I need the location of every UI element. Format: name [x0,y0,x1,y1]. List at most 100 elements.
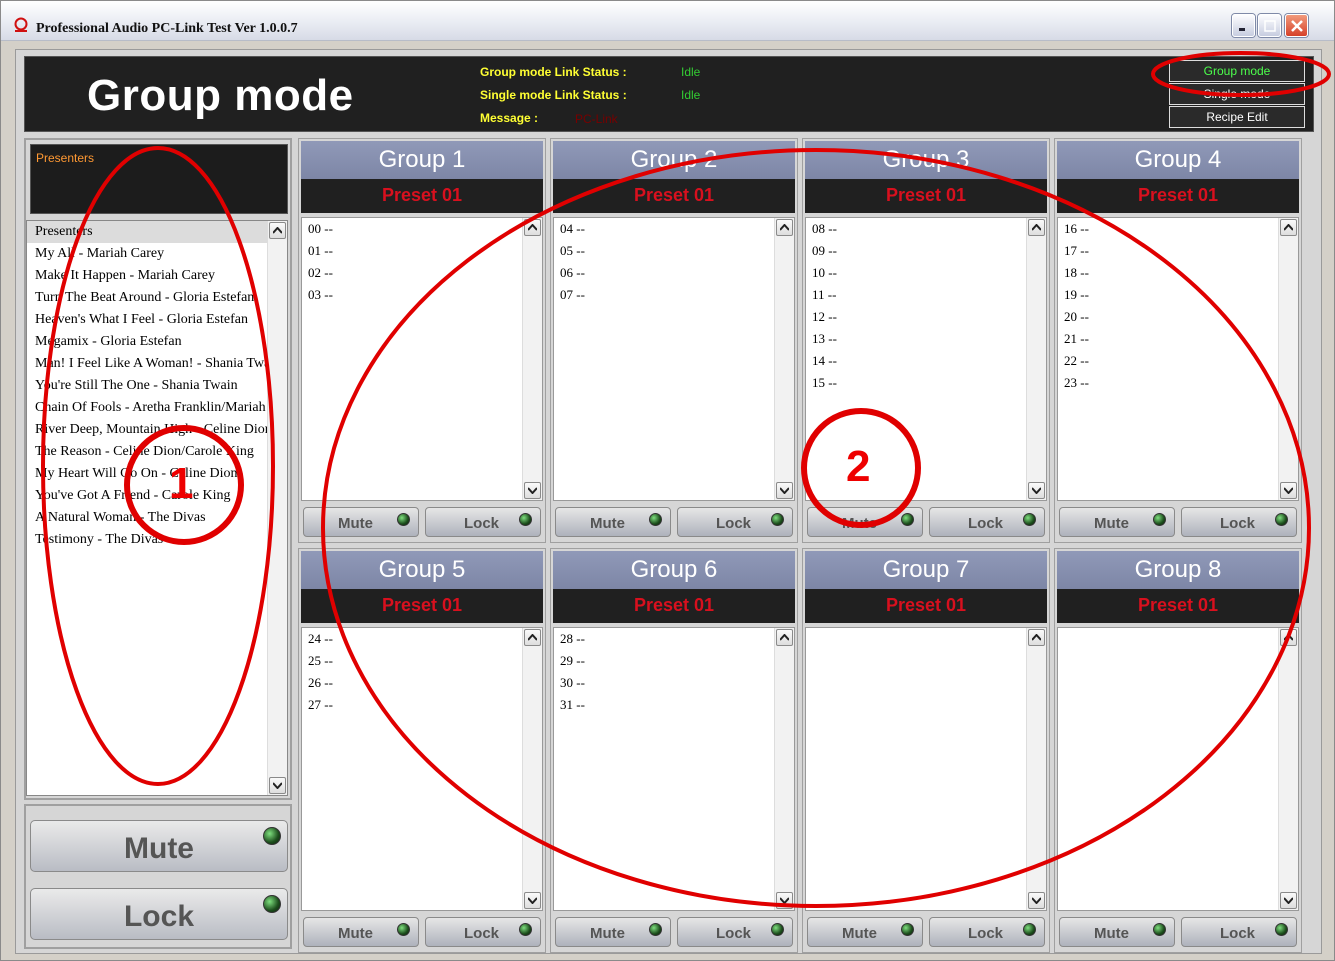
preset-display[interactable]: Preset 01 [1057,179,1299,213]
list-item[interactable]: Testimony - The Divas [27,529,269,551]
list-item[interactable]: 31 -- [554,694,794,716]
channel-list-scrollbar[interactable] [1026,628,1046,910]
group-lock-button[interactable]: Lock [1181,917,1297,947]
preset-display[interactable]: Preset 01 [805,179,1047,213]
group-mute-button[interactable]: Mute [303,507,419,537]
channel-list[interactable]: 28 -- 29 -- 30 -- 31 -- [553,627,795,911]
scroll-down-icon[interactable] [1280,482,1297,499]
group-mute-button[interactable]: Mute [1059,917,1175,947]
master-mute-button[interactable]: Mute [30,820,288,872]
group-mute-button[interactable]: Mute [555,917,671,947]
group-mute-button[interactable]: Mute [1059,507,1175,537]
channel-list[interactable]: 08 -- 09 -- 10 -- 11 -- 12 -- 13 -- 14 -- 15 -- [805,217,1047,501]
channel-list[interactable]: 04 -- 05 -- 06 -- 07 -- [553,217,795,501]
list-item[interactable]: My All - Mariah Carey [27,243,269,265]
list-item[interactable]: 15 -- [806,372,1046,394]
list-item[interactable]: 00 -- [302,218,542,240]
group-mute-button[interactable]: Mute [555,507,671,537]
channel-list-scrollbar[interactable] [1026,218,1046,500]
channel-list-scrollbar[interactable] [1278,628,1298,910]
list-item[interactable]: 28 -- [554,628,794,650]
preset-display[interactable]: Preset 01 [301,179,543,213]
scroll-down-icon[interactable] [1280,892,1297,909]
list-item[interactable]: The Reason - Celine Dion/Carole King [27,441,269,463]
channel-list[interactable] [805,627,1047,911]
list-item[interactable]: 25 -- [302,650,542,672]
channel-list[interactable]: 16 -- 17 -- 18 -- 19 -- 20 -- 21 -- 22 -- 23 -- [1057,217,1299,501]
list-item[interactable]: 27 -- [302,694,542,716]
list-item[interactable]: 07 -- [554,284,794,306]
scroll-down-icon[interactable] [524,482,541,499]
list-item[interactable]: 05 -- [554,240,794,262]
list-item[interactable]: River Deep, Mountain High - Celine Dion [27,419,269,441]
list-item[interactable]: 08 -- [806,218,1046,240]
channel-list-scrollbar[interactable] [774,628,794,910]
group-lock-button[interactable]: Lock [425,507,541,537]
list-item[interactable]: Man! I Feel Like A Woman! - Shania Twain [27,353,269,375]
list-item[interactable]: Make It Happen - Mariah Carey [27,265,269,287]
list-item[interactable]: Heaven's What I Feel - Gloria Estefan [27,309,269,331]
preset-display[interactable]: Preset 01 [553,179,795,213]
scroll-up-icon[interactable] [524,219,541,236]
group-mode-button[interactable]: Group mode [1169,60,1305,82]
group-lock-button[interactable]: Lock [677,917,793,947]
channel-list[interactable]: 24 -- 25 -- 26 -- 27 -- [301,627,543,911]
list-item[interactable]: 18 -- [1058,262,1298,284]
list-item[interactable]: 03 -- [302,284,542,306]
group-lock-button[interactable]: Lock [1181,507,1297,537]
scroll-up-icon[interactable] [1028,629,1045,646]
channel-list-scrollbar[interactable] [522,628,542,910]
list-item[interactable]: 21 -- [1058,328,1298,350]
list-item[interactable]: 20 -- [1058,306,1298,328]
list-item[interactable]: You've Got A Friend - Carole King [27,485,269,507]
list-item[interactable]: 17 -- [1058,240,1298,262]
list-item[interactable]: 29 -- [554,650,794,672]
group-mute-button[interactable]: Mute [807,507,923,537]
scroll-up-icon[interactable] [776,219,793,236]
list-item[interactable]: 06 -- [554,262,794,284]
maximize-button[interactable] [1258,14,1281,37]
channel-list-scrollbar[interactable] [774,218,794,500]
group-lock-button[interactable]: Lock [677,507,793,537]
scroll-down-icon[interactable] [776,892,793,909]
list-item[interactable]: 23 -- [1058,372,1298,394]
recipe-edit-button[interactable]: Recipe Edit [1169,106,1305,128]
group-mute-button[interactable]: Mute [303,917,419,947]
list-item[interactable]: You're Still The One - Shania Twain [27,375,269,397]
list-item[interactable]: 14 -- [806,350,1046,372]
scroll-up-icon[interactable] [1280,219,1297,236]
list-item[interactable]: 02 -- [302,262,542,284]
list-item[interactable]: 24 -- [302,628,542,650]
scroll-down-icon[interactable] [524,892,541,909]
list-item[interactable]: 04 -- [554,218,794,240]
channel-list-scrollbar[interactable] [1278,218,1298,500]
list-item[interactable]: 13 -- [806,328,1046,350]
list-item[interactable]: Megamix - Gloria Estefan [27,331,269,353]
single-mode-button[interactable]: Single mode [1169,83,1305,105]
preset-display[interactable]: Preset 01 [1057,589,1299,623]
scroll-up-icon[interactable] [269,222,286,239]
scroll-down-icon[interactable] [269,777,286,794]
group-lock-button[interactable]: Lock [929,917,1045,947]
scroll-up-icon[interactable] [1280,629,1297,646]
list-item[interactable]: 12 -- [806,306,1046,328]
channel-list-scrollbar[interactable] [522,218,542,500]
list-item[interactable]: 10 -- [806,262,1046,284]
list-item[interactable]: 19 -- [1058,284,1298,306]
scroll-down-icon[interactable] [776,482,793,499]
list-item[interactable]: Turn The Beat Around - Gloria Estefan [27,287,269,309]
scroll-up-icon[interactable] [776,629,793,646]
list-item[interactable]: 01 -- [302,240,542,262]
group-lock-button[interactable]: Lock [425,917,541,947]
minimize-button[interactable] [1232,14,1255,37]
list-item[interactable]: 22 -- [1058,350,1298,372]
scroll-down-icon[interactable] [1028,892,1045,909]
list-item[interactable]: 30 -- [554,672,794,694]
preset-display[interactable]: Preset 01 [301,589,543,623]
preset-display[interactable]: Preset 01 [553,589,795,623]
scroll-down-icon[interactable] [1028,482,1045,499]
list-item[interactable]: 16 -- [1058,218,1298,240]
preset-display[interactable]: Preset 01 [805,589,1047,623]
list-item[interactable]: 26 -- [302,672,542,694]
scroll-up-icon[interactable] [1028,219,1045,236]
